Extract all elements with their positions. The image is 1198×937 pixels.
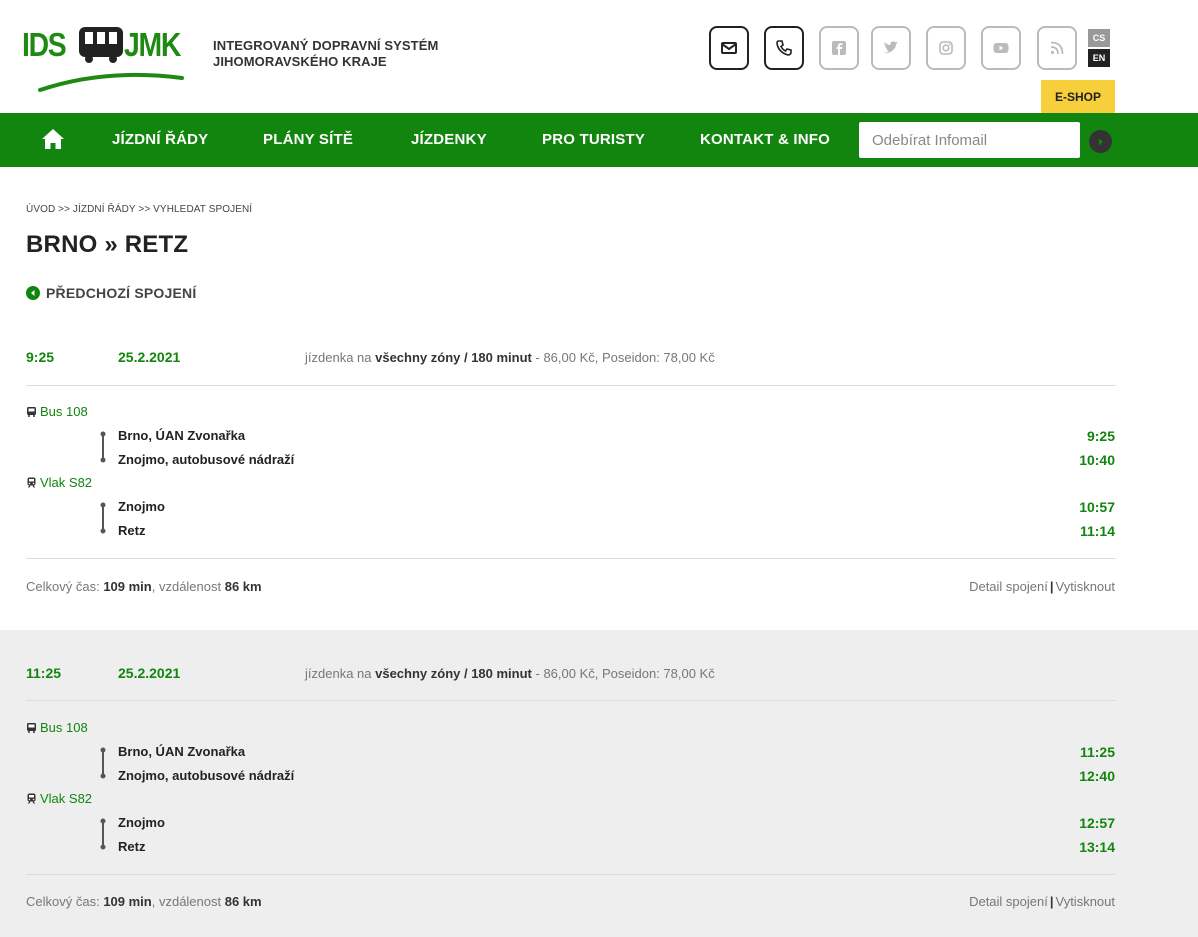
connection-header: 9:25 25.2.2021 jízdenka na všechny zóny … xyxy=(26,326,1116,386)
youtube-icon[interactable] xyxy=(981,26,1021,70)
instagram-icon[interactable] xyxy=(926,26,966,70)
stop-name: Znojmo xyxy=(118,815,165,830)
train-icon xyxy=(27,477,36,488)
stop-name: Brno, ÚAN Zvonařka xyxy=(118,744,246,759)
route-connector-icon xyxy=(100,502,106,534)
nav-item-jizdni-rady[interactable]: JÍZDNÍ ŘÁDY xyxy=(112,131,208,148)
divider xyxy=(26,385,1116,386)
rss-icon[interactable] xyxy=(1037,26,1077,70)
stop-time: 11:14 xyxy=(1079,523,1115,539)
detail-link[interactable]: Detail spojení xyxy=(969,579,1048,594)
nav-item-pro-turisty[interactable]: PRO TURISTY xyxy=(542,131,645,148)
stop-time: 11:25 xyxy=(1079,744,1115,760)
route-connector-icon xyxy=(100,431,106,463)
page-title: BRNO » RETZ xyxy=(26,231,189,258)
line-name: Bus 108 xyxy=(40,404,88,419)
connection-departure-time: 9:25 xyxy=(26,349,55,365)
logo-text-jmk: JMK xyxy=(124,26,181,63)
line-label-train[interactable]: Vlak S82 xyxy=(26,791,92,806)
train-icon xyxy=(27,793,36,804)
stop-time: 10:40 xyxy=(1079,452,1115,468)
detail-link[interactable]: Detail spojení xyxy=(969,894,1048,909)
logo-swoosh xyxy=(38,72,184,92)
language-switch: CS EN xyxy=(1088,29,1110,69)
connection-links: Detail spojení | Vytisknout xyxy=(969,579,1115,594)
connection-date: 25.2.2021 xyxy=(118,665,181,681)
stop-name: Retz xyxy=(118,839,146,854)
connection-summary: Celkový čas: 109 min, vzdálenost 86 km xyxy=(26,894,262,909)
line-name: Vlak S82 xyxy=(40,475,93,490)
chevron-left-icon xyxy=(26,286,40,300)
connection-ticket-info: jízdenka na všechny zóny / 180 minut - 8… xyxy=(305,666,715,681)
connection-departure-time: 11:25 xyxy=(26,665,62,681)
phone-icon[interactable] xyxy=(764,26,804,70)
route-connector-icon xyxy=(100,818,106,850)
facebook-icon[interactable] xyxy=(819,26,859,70)
stop-time: 13:14 xyxy=(1079,839,1115,855)
nav-item-jizdenky[interactable]: JÍZDENKY xyxy=(411,131,487,148)
home-icon[interactable] xyxy=(40,126,66,152)
route-connector-icon xyxy=(100,747,106,779)
previous-connections-label: PŘEDCHOZÍ SPOJENÍ xyxy=(46,285,197,301)
twitter-icon[interactable] xyxy=(871,26,911,70)
connection-card: 11:25 25.2.2021 jízdenka na všechny zóny… xyxy=(0,630,1198,937)
connection-ticket-info: jízdenka na všechny zóny / 180 minut - 8… xyxy=(305,350,715,365)
stop-time: 12:40 xyxy=(1079,768,1115,784)
bus-icon xyxy=(27,407,36,417)
stop-name: Znojmo, autobusové nádraží xyxy=(118,452,295,467)
lang-cs[interactable]: CS xyxy=(1088,29,1110,47)
subtitle-line-2: JIHOMORAVSKÉHO KRAJE xyxy=(213,54,387,69)
stop-name: Znojmo xyxy=(118,499,165,514)
line-label-train[interactable]: Vlak S82 xyxy=(26,475,92,490)
logo-text-ids: IDS xyxy=(22,26,67,63)
previous-connections-link[interactable]: PŘEDCHOZÍ SPOJENÍ xyxy=(26,285,196,301)
divider xyxy=(26,874,1116,875)
connection-header: 11:25 25.2.2021 jízdenka na všechny zóny… xyxy=(26,642,1116,702)
lang-en[interactable]: EN xyxy=(1088,49,1110,67)
eshop-button[interactable]: E-SHOP xyxy=(1041,80,1115,113)
nav-item-plany-site[interactable]: PLÁNY SÍTĚ xyxy=(263,131,353,148)
divider xyxy=(26,558,1116,559)
stop-name: Retz xyxy=(118,523,146,538)
infomail-submit-button[interactable] xyxy=(1089,130,1112,153)
connection-date: 25.2.2021 xyxy=(118,349,181,365)
main-nav: JÍZDNÍ ŘÁDY PLÁNY SÍTĚ JÍZDENKY PRO TURI… xyxy=(0,113,1198,167)
chevron-right-icon xyxy=(1098,138,1103,145)
site-subtitle: INTEGROVANÝ DOPRAVNÍ SYSTÉM JIHOMORAVSKÉ… xyxy=(213,38,438,70)
connection-links: Detail spojení | Vytisknout xyxy=(969,894,1115,909)
bus-icon xyxy=(27,723,36,733)
line-name: Bus 108 xyxy=(40,720,88,735)
line-label-bus[interactable]: Bus 108 xyxy=(26,404,88,419)
connection-summary: Celkový čas: 109 min, vzdálenost 86 km xyxy=(26,579,262,594)
mail-icon[interactable] xyxy=(709,26,749,70)
site-header: IDS JMK INTEGROVANÝ DOPRAVNÍ SYSTÉM JIHO… xyxy=(0,0,1198,113)
infomail-input[interactable] xyxy=(859,122,1080,158)
print-link[interactable]: Vytisknout xyxy=(1056,894,1116,909)
breadcrumb[interactable]: ÚVOD >> JÍZDNÍ ŘÁDY >> VYHLEDAT SPOJENÍ xyxy=(26,204,252,215)
ids-jmk-logo[interactable]: IDS JMK xyxy=(22,20,190,92)
stop-name: Brno, ÚAN Zvonařka xyxy=(118,428,246,443)
bus-logo-icon xyxy=(79,27,123,63)
subtitle-line-1: INTEGROVANÝ DOPRAVNÍ SYSTÉM xyxy=(213,38,439,53)
connection-card: 9:25 25.2.2021 jízdenka na všechny zóny … xyxy=(0,326,1198,626)
print-link[interactable]: Vytisknout xyxy=(1056,579,1116,594)
divider xyxy=(26,700,1116,701)
stop-time: 10:57 xyxy=(1079,499,1115,515)
line-label-bus[interactable]: Bus 108 xyxy=(26,720,88,735)
nav-item-kontakt-info[interactable]: KONTAKT & INFO xyxy=(700,131,830,148)
stop-name: Znojmo, autobusové nádraží xyxy=(118,768,295,783)
stop-time: 12:57 xyxy=(1079,815,1115,831)
stop-time: 9:25 xyxy=(1086,428,1115,444)
line-name: Vlak S82 xyxy=(40,791,93,806)
